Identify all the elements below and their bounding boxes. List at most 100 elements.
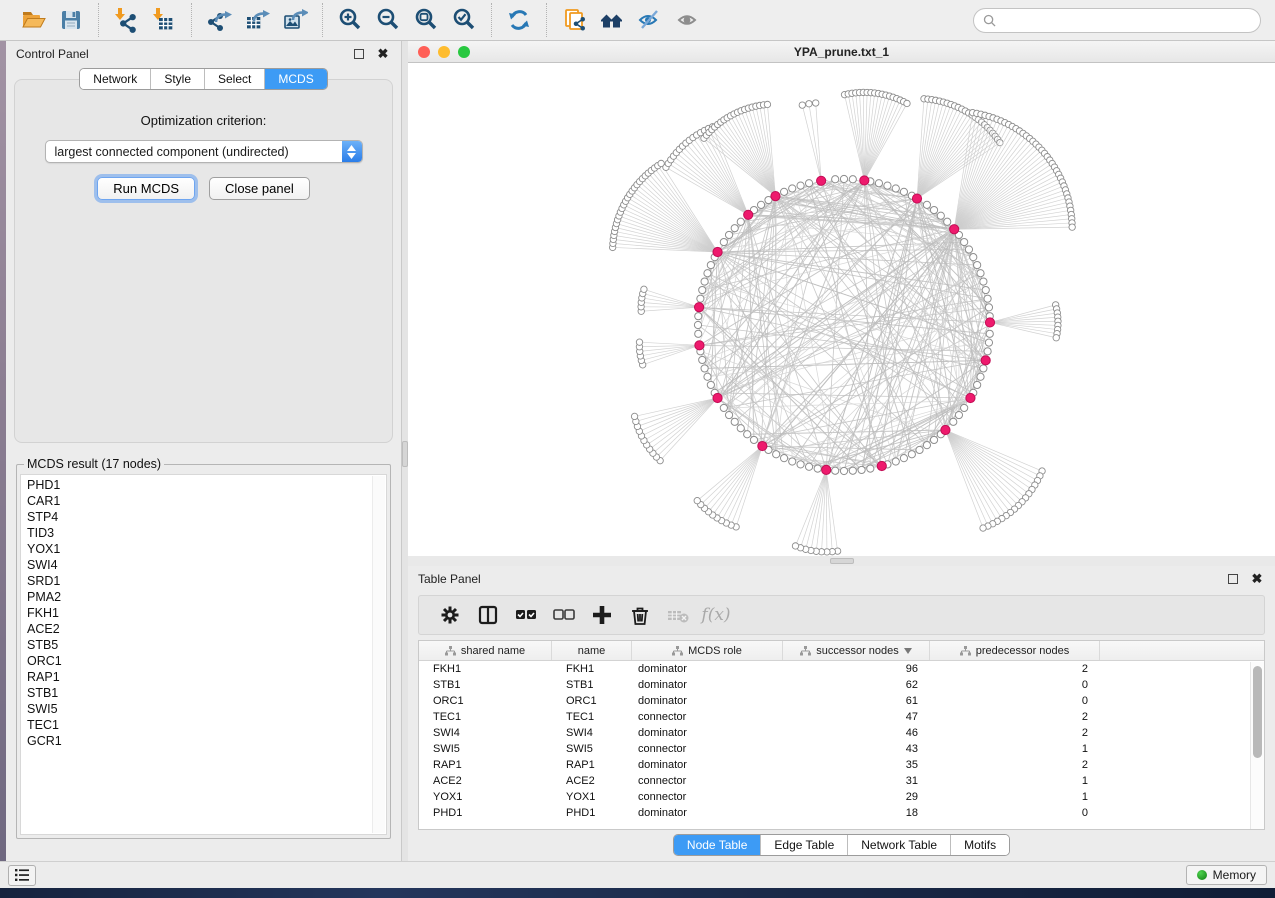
tab-style[interactable]: Style (151, 69, 205, 89)
column-type-icon (960, 646, 971, 656)
tab-edge-table[interactable]: Edge Table (761, 835, 848, 855)
result-list-scrollbar[interactable] (372, 476, 385, 833)
table-row-YOX1[interactable]: YOX1YOX1connector291 (419, 789, 1264, 805)
mcds-result-item[interactable]: SWI5 (27, 701, 386, 717)
mcds-result-item[interactable]: ORC1 (27, 653, 386, 669)
zoom-in-button[interactable] (331, 4, 369, 36)
new-network-from-selection-button[interactable] (555, 4, 593, 36)
column-header-successor-nodes[interactable]: successor nodes (783, 641, 930, 660)
horizontal-splitter[interactable] (408, 556, 1275, 566)
gear-button[interactable] (431, 599, 469, 631)
close-panel-button[interactable]: ✖ (375, 46, 391, 62)
tab-motifs[interactable]: Motifs (951, 835, 1009, 855)
save-session-button[interactable] (52, 4, 90, 36)
mcds-result-item[interactable]: STP4 (27, 509, 386, 525)
column-header-predecessor-nodes[interactable]: predecessor nodes (930, 641, 1100, 660)
zoom-out-button[interactable] (369, 4, 407, 36)
mcds-result-item[interactable]: SWI4 (27, 557, 386, 573)
cell-predecessor-nodes: 2 (930, 709, 1100, 725)
close-panel-button-mcds[interactable]: Close panel (209, 177, 310, 200)
toolbar-group-1 (99, 3, 192, 37)
horizontal-splitter-handle[interactable] (830, 558, 854, 564)
table-row-TEC1[interactable]: TEC1TEC1connector472 (419, 709, 1264, 725)
hide-selected-button[interactable] (631, 4, 669, 36)
cell-successor-nodes: 61 (783, 693, 930, 709)
mcds-result-item[interactable]: YOX1 (27, 541, 386, 557)
window-minimize-traffic-light[interactable] (438, 46, 450, 58)
table-row-PHD1[interactable]: PHD1PHD1dominator180 (419, 805, 1264, 821)
table-row-RAP1[interactable]: RAP1RAP1dominator352 (419, 757, 1264, 773)
import-table-button[interactable] (145, 4, 183, 36)
show-all-button[interactable] (669, 4, 707, 36)
show-all-icon (675, 7, 701, 33)
search-input[interactable] (1002, 13, 1251, 27)
table-panel-title: Table Panel (418, 572, 481, 586)
tab-select[interactable]: Select (205, 69, 265, 89)
optimization-criterion-dropdown[interactable]: largest connected component (undirected) (45, 140, 363, 163)
table-toolbar: f(x) (418, 595, 1265, 635)
zoom-fit-button[interactable] (407, 4, 445, 36)
mcds-result-item[interactable]: TEC1 (27, 717, 386, 733)
mcds-result-item[interactable]: RAP1 (27, 669, 386, 685)
mcds-result-list[interactable]: PHD1CAR1STP4TID3YOX1SWI4SRD1PMA2FKH1ACE2… (20, 474, 387, 835)
mcds-result-item[interactable]: CAR1 (27, 493, 386, 509)
list-icon (15, 869, 29, 881)
select-all-checkboxes-button[interactable] (507, 599, 545, 631)
memory-button[interactable]: Memory (1186, 865, 1267, 885)
mcds-result-item[interactable]: PMA2 (27, 589, 386, 605)
table-scrollbar[interactable] (1250, 662, 1264, 829)
add-column-button[interactable] (583, 599, 621, 631)
delete-column-button[interactable] (621, 599, 659, 631)
cell-predecessor-nodes: 0 (930, 693, 1100, 709)
task-history-button[interactable] (8, 865, 36, 886)
tab-network[interactable]: Network (80, 69, 151, 89)
import-network-icon (113, 7, 139, 33)
table-scrollbar-thumb[interactable] (1253, 666, 1262, 758)
table-row-FKH1[interactable]: FKH1FKH1dominator962 (419, 661, 1264, 677)
column-header-shared-name[interactable]: shared name (419, 641, 552, 660)
table-row-SWI5[interactable]: SWI5SWI5connector431 (419, 741, 1264, 757)
cell-name: ACE2 (552, 773, 632, 789)
table-row-STB1[interactable]: STB1STB1dominator620 (419, 677, 1264, 693)
network-canvas[interactable] (408, 63, 1275, 556)
mcds-result-item[interactable]: STB5 (27, 637, 386, 653)
deselect-checkboxes-button[interactable] (545, 599, 583, 631)
search-icon (983, 14, 996, 27)
column-header-name[interactable]: name (552, 641, 632, 660)
table-tabs: Node TableEdge TableNetwork TableMotifs (673, 834, 1010, 856)
column-header-MCDS-role[interactable]: MCDS role (632, 641, 783, 660)
table-float-button[interactable] (1225, 571, 1241, 587)
mcds-result-item[interactable]: GCR1 (27, 733, 386, 749)
column-type-icon (445, 646, 456, 656)
float-panel-button[interactable] (351, 46, 367, 62)
tab-node-table[interactable]: Node Table (674, 835, 762, 855)
zoom-selected-button[interactable] (445, 4, 483, 36)
import-network-button[interactable] (107, 4, 145, 36)
export-image-button[interactable] (276, 4, 314, 36)
split-columns-button[interactable] (469, 599, 507, 631)
open-file-button[interactable] (14, 4, 52, 36)
tab-network-table[interactable]: Network Table (848, 835, 951, 855)
mcds-result-item[interactable]: STB1 (27, 685, 386, 701)
table-row-ACE2[interactable]: ACE2ACE2connector311 (419, 773, 1264, 789)
first-neighbors-button[interactable] (593, 4, 631, 36)
apply-layout-button[interactable] (500, 4, 538, 36)
search-box[interactable] (973, 8, 1261, 33)
mcds-result-item[interactable]: ACE2 (27, 621, 386, 637)
table-close-button[interactable]: ✖ (1249, 571, 1265, 587)
mcds-result-item[interactable]: PHD1 (27, 477, 386, 493)
mcds-result-item[interactable]: FKH1 (27, 605, 386, 621)
network-window-titlebar[interactable]: YPA_prune.txt_1 (408, 41, 1275, 63)
run-mcds-button[interactable]: Run MCDS (97, 177, 195, 200)
table-row-SWI4[interactable]: SWI4SWI4dominator462 (419, 725, 1264, 741)
table-row-ORC1[interactable]: ORC1ORC1dominator610 (419, 693, 1264, 709)
mcds-result-item[interactable]: TID3 (27, 525, 386, 541)
mcds-result-item[interactable]: SRD1 (27, 573, 386, 589)
tab-mcds[interactable]: MCDS (265, 69, 326, 89)
window-close-traffic-light[interactable] (418, 46, 430, 58)
cell-predecessor-nodes: 0 (930, 677, 1100, 693)
export-table-button[interactable] (238, 4, 276, 36)
window-zoom-traffic-light[interactable] (458, 46, 470, 58)
status-bar: Memory (0, 861, 1275, 888)
export-network-button[interactable] (200, 4, 238, 36)
